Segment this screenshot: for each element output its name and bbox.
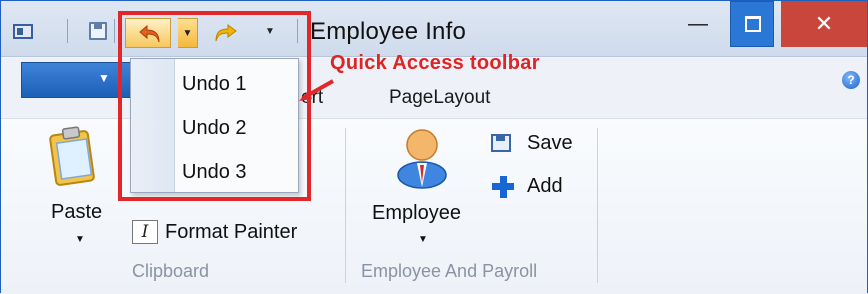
add-icon	[491, 175, 515, 199]
chevron-down-icon[interactable]: ▼	[418, 234, 428, 245]
format-painter-icon: I	[132, 220, 158, 244]
format-painter-button[interactable]: Format Painter	[165, 221, 297, 244]
save-icon	[491, 134, 511, 152]
redo-icon[interactable]	[212, 19, 240, 47]
group-label-clipboard: Clipboard	[132, 261, 210, 281]
maximize-button[interactable]	[730, 1, 774, 47]
menu-icon-gutter	[131, 59, 175, 192]
application-menu-button[interactable]: ▼	[21, 62, 141, 98]
undo-menu-item[interactable]: Undo 2	[182, 117, 247, 140]
undo-icon	[139, 24, 160, 43]
tab-insert[interactable]: ert	[301, 87, 323, 109]
chevron-down-icon[interactable]: ▼	[75, 234, 85, 245]
app-icon[interactable]	[13, 24, 33, 39]
paste-button[interactable]: Paste	[51, 201, 102, 224]
qat-separator	[67, 19, 68, 43]
qat-save-icon[interactable]	[89, 22, 107, 40]
minimize-button[interactable]: —	[675, 1, 721, 47]
clipboard-icon	[49, 126, 95, 186]
undo-dropdown-menu: Undo 1 Undo 2 Undo 3	[130, 58, 299, 193]
qat-undo-dropdown-arrow[interactable]: ▼	[178, 18, 198, 48]
add-button[interactable]: Add	[527, 175, 563, 198]
close-button[interactable]: ✕	[781, 1, 867, 47]
qat-separator	[114, 19, 115, 43]
employee-button[interactable]: Employee	[372, 202, 461, 225]
qat-undo-button[interactable]	[125, 18, 171, 48]
annotation-label: Quick Access toolbar	[330, 52, 540, 74]
tab-pagelayout[interactable]: PageLayout	[389, 87, 490, 109]
group-separator	[345, 128, 346, 283]
title-bar: ▼ ▼ Employee Info — ✕	[1, 1, 867, 57]
qat-separator	[297, 19, 298, 43]
help-icon[interactable]: ?	[842, 71, 860, 89]
qat-customize-icon[interactable]: ▼	[263, 21, 277, 43]
chevron-down-icon: ▼	[98, 71, 110, 85]
undo-menu-item[interactable]: Undo 1	[182, 73, 247, 96]
employee-icon	[397, 129, 447, 189]
app-window: ▼ ▼ Employee Info — ✕ ▼ ert PageLayout ?…	[0, 0, 868, 294]
group-separator	[597, 128, 598, 283]
window-title: Employee Info	[310, 18, 467, 45]
group-label-employee-payroll: Employee And Payroll	[361, 261, 538, 281]
undo-menu-item[interactable]: Undo 3	[182, 161, 247, 184]
maximize-icon	[745, 16, 761, 32]
save-button[interactable]: Save	[527, 132, 573, 155]
